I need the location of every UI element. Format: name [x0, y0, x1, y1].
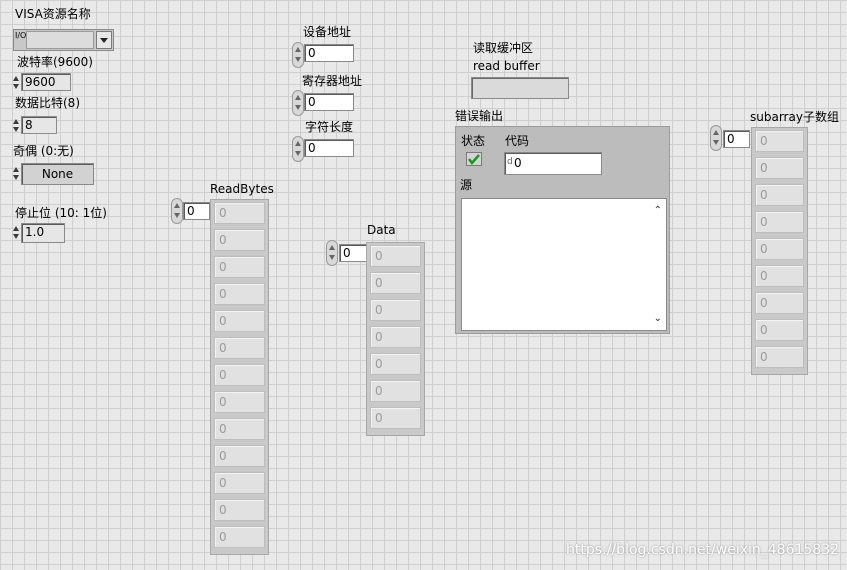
register-spinner[interactable] [292, 90, 304, 116]
source-textbox: ⌃ ⌄ [461, 198, 667, 331]
array-cell: 0 [214, 418, 265, 440]
array-cell: 0 [370, 245, 421, 267]
array-cell: 0 [214, 526, 265, 548]
readbytes-index-spinner[interactable] [171, 198, 183, 224]
subarray-index-spinner[interactable] [710, 125, 722, 151]
array-cell: 0 [214, 364, 265, 386]
parity-ring[interactable]: None [21, 163, 94, 185]
readbytes-array: 0 0 0 0 0 0 0 0 0 0 0 0 0 [210, 199, 269, 555]
device-spinner[interactable] [292, 42, 304, 68]
stopbits-label: 停止位 (10: 1位) [15, 206, 107, 220]
data-index[interactable]: 0 [339, 244, 367, 262]
array-cell: 0 [755, 292, 804, 314]
dropdown-arrow-icon[interactable] [96, 31, 112, 49]
array-cell: 0 [370, 272, 421, 294]
array-cell: 0 [370, 380, 421, 402]
array-cell: 0 [370, 299, 421, 321]
readbuf-label-en: read buffer [473, 59, 540, 73]
baud-field[interactable]: 9600 [21, 73, 71, 91]
io-icon: I/O [15, 31, 27, 40]
array-cell: 0 [755, 346, 804, 368]
device-label: 设备地址 [303, 25, 352, 39]
array-cell: 0 [755, 238, 804, 260]
stopbits-field[interactable]: 1.0 [21, 223, 65, 243]
databits-spinner[interactable] [12, 117, 21, 135]
visa-resource-control[interactable]: I/O [13, 29, 114, 51]
array-cell: 0 [755, 319, 804, 341]
charlen-label: 字符长度 [305, 120, 354, 134]
baud-spinner[interactable] [12, 74, 21, 92]
register-label: 寄存器地址 [302, 74, 363, 88]
readbuf-label-cn: 读取缓冲区 [473, 41, 534, 55]
error-cluster: 状态 代码 d 0 源 ⌃ ⌄ [455, 126, 670, 334]
code-label: 代码 [505, 134, 530, 148]
parity-spinner[interactable] [12, 165, 21, 183]
databits-field[interactable]: 8 [21, 116, 57, 134]
array-cell: 0 [214, 202, 265, 224]
array-cell: 0 [214, 391, 265, 413]
device-field[interactable]: 0 [304, 44, 354, 62]
visa-value [26, 31, 94, 49]
code-field: d 0 [504, 152, 602, 175]
error-label: 错误输出 [455, 109, 504, 123]
source-label: 源 [460, 178, 473, 192]
array-cell: 0 [214, 499, 265, 521]
array-cell: 0 [214, 337, 265, 359]
status-label: 状态 [461, 134, 486, 148]
code-radix: d [507, 157, 513, 167]
visa-label: VISA资源名称 [15, 7, 91, 21]
scroll-up-icon[interactable]: ⌃ [654, 205, 662, 216]
array-cell: 0 [755, 157, 804, 179]
array-cell: 0 [214, 472, 265, 494]
array-cell: 0 [370, 353, 421, 375]
charlen-spinner[interactable] [292, 136, 304, 162]
array-cell: 0 [370, 326, 421, 348]
parity-label: 奇偶 (0:无) [13, 144, 74, 158]
subarray-array: 0 0 0 0 0 0 0 0 0 [751, 127, 808, 375]
charlen-field[interactable]: 0 [304, 139, 354, 157]
databits-label: 数据比特(8) [15, 96, 80, 110]
scroll-down-icon[interactable]: ⌄ [654, 313, 662, 324]
array-cell: 0 [755, 184, 804, 206]
data-array: 0 0 0 0 0 0 0 [366, 242, 425, 436]
baud-label: 波特率(9600) [17, 55, 93, 69]
array-cell: 0 [214, 283, 265, 305]
code-value: 0 [514, 156, 522, 170]
array-cell: 0 [214, 445, 265, 467]
array-cell: 0 [370, 407, 421, 429]
status-check-icon [466, 152, 482, 166]
register-field[interactable]: 0 [304, 93, 354, 111]
array-cell: 0 [214, 256, 265, 278]
readbuf-indicator [471, 77, 569, 99]
watermark-text: https://blog.csdn.net/weixin_48615832 [566, 542, 840, 558]
subarray-label: subarray子数组 [750, 110, 839, 124]
array-cell: 0 [214, 229, 265, 251]
readbytes-label: ReadBytes [210, 182, 274, 196]
stopbits-spinner[interactable] [12, 224, 21, 242]
subarray-index[interactable]: 0 [723, 130, 750, 148]
array-cell: 0 [755, 130, 804, 152]
array-cell: 0 [755, 211, 804, 233]
array-cell: 0 [755, 265, 804, 287]
readbytes-index[interactable]: 0 [183, 202, 210, 220]
data-index-spinner[interactable] [326, 240, 338, 266]
data-label: Data [367, 223, 396, 237]
array-cell: 0 [214, 310, 265, 332]
